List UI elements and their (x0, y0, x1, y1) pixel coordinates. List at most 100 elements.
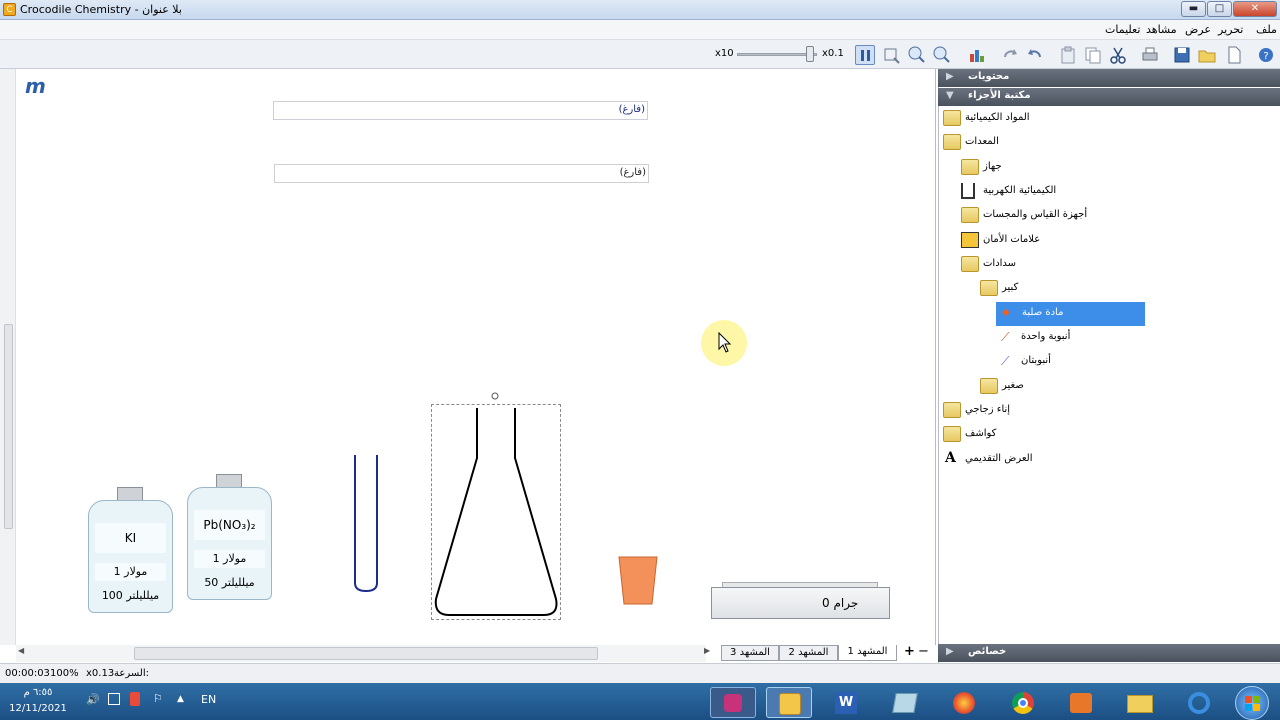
orange-beaker[interactable] (617, 556, 659, 606)
title-bar: C Crocodile Chemistry - بلا عنوان ▬ □ ✕ (0, 0, 1280, 20)
contents-header-label: محتويات (968, 71, 1010, 82)
new-document-icon[interactable] (1224, 45, 1244, 65)
volume-icon[interactable]: 🔊 (86, 693, 100, 706)
tree-item-electrochem-label: الكيميائية الكهربية (983, 185, 1057, 196)
bottle-ki-cap (117, 487, 143, 501)
maximize-button[interactable]: □ (1207, 1, 1232, 17)
open-folder-icon[interactable] (1197, 45, 1217, 65)
menu-help[interactable]: تعليمات (1105, 23, 1140, 36)
pause-icon[interactable] (855, 45, 875, 65)
print-icon[interactable] (1140, 45, 1160, 65)
speed-max-label: x0.1 (822, 48, 844, 59)
parts-library-header[interactable]: ▼ مكتبة الأجزاء (938, 88, 1280, 106)
taskbar-recorder-icon[interactable] (710, 687, 756, 718)
rotate-handle[interactable] (488, 390, 502, 402)
taskbar-word-icon[interactable]: W (823, 687, 869, 718)
status-bar: 00:00:03 100% x0.13 السرعة: (0, 663, 1280, 683)
tab-scene-2[interactable]: المشهد 2 (779, 645, 838, 661)
taskbar-explorer-icon[interactable] (1117, 687, 1163, 718)
save-icon[interactable] (1172, 45, 1192, 65)
taskbar-notes-icon[interactable] (882, 687, 928, 718)
tree-item-two-tubes-label: أنبوبتان (1021, 355, 1051, 366)
empty-field-1-label: (فارغ) (618, 104, 645, 115)
help-icon[interactable]: ? (1256, 45, 1276, 65)
vertical-scrollbar-thumb[interactable] (4, 324, 13, 529)
folder-open-icon (943, 134, 961, 150)
tab-scene-1[interactable]: المشهد 1 (838, 645, 897, 661)
start-button[interactable] (1235, 686, 1269, 720)
zoom-out-icon[interactable] (932, 45, 952, 65)
tree-item-indicators-label: كواشف (965, 428, 997, 439)
properties-header[interactable]: ▶ خصائص (938, 644, 1280, 662)
digital-scale[interactable]: 0 جرام (711, 587, 890, 619)
close-button[interactable]: ✕ (1233, 1, 1277, 17)
menu-bar: ملف تحرير عرض مشاهد تعليمات (0, 20, 1280, 40)
menu-file[interactable]: ملف (1256, 23, 1277, 36)
menu-view[interactable]: عرض (1185, 23, 1211, 36)
network-icon[interactable] (108, 693, 120, 705)
tree-item-glassware-label: إناء زجاجي (965, 404, 1011, 415)
erlenmeyer-flask[interactable] (431, 404, 561, 620)
language-indicator[interactable]: EN (201, 693, 216, 706)
menu-scenes[interactable]: مشاهد (1146, 23, 1177, 36)
speed-slider-track[interactable] (737, 53, 817, 56)
folder-icon (943, 402, 961, 418)
tree-item-safety-label: علامات الأمان (983, 234, 1041, 245)
add-scene-button[interactable]: + (904, 644, 915, 659)
undo-icon[interactable] (1025, 45, 1045, 65)
empty-field-1[interactable]: (فارغ) (273, 101, 648, 120)
menu-edit[interactable]: تحرير (1218, 23, 1243, 36)
battery-icon[interactable] (130, 692, 140, 706)
safety-sign-icon (961, 232, 979, 248)
scroll-left-arrow-icon[interactable]: ◀ (18, 646, 24, 655)
copy-icon[interactable] (1083, 45, 1103, 65)
paste-icon[interactable] (1058, 45, 1078, 65)
taskbar-crocodile-icon[interactable] (766, 687, 812, 718)
taskbar-firefox-icon[interactable] (941, 687, 987, 718)
speed-label: السرعة: (114, 668, 149, 679)
taskbar-clock[interactable]: ٦:٥٥ م (4, 687, 72, 698)
speed-slider-handle[interactable] (806, 46, 814, 62)
app-icon: C (3, 3, 16, 16)
expand-down-icon: ▼ (946, 90, 954, 101)
stopper-tube-icon: ⟋ (1001, 330, 1010, 344)
taskbar-media-player-icon[interactable] (1058, 687, 1104, 718)
zoom-fit-icon[interactable] (882, 45, 902, 65)
taskbar-chrome-icon[interactable] (1000, 687, 1046, 718)
bottle-ki-name: KI (124, 531, 137, 545)
stopper-icon: ◆ (1002, 307, 1010, 318)
cut-icon[interactable] (1108, 45, 1128, 65)
electrochem-icon (961, 183, 975, 199)
bottle-pbno3-molarity: 1 مولار (212, 552, 247, 565)
tree-item-solid-label: مادة صلبة (1022, 307, 1064, 318)
remove-scene-button[interactable]: − (918, 644, 929, 659)
chart-icon[interactable] (967, 45, 987, 65)
tree-item-device-label: جهاز (983, 161, 1002, 172)
tree-item-one-tube-label: أنبوبة واحدة (1021, 331, 1071, 342)
bottle-pbno3[interactable]: Pb(NO₃)₂ 1 مولار 50 ميلليلتر (187, 487, 272, 600)
minimize-button[interactable]: ▬ (1181, 1, 1206, 17)
tab-scene-3[interactable]: المشهد 3 (721, 645, 779, 661)
bottle-ki[interactable]: KI 1 مولار 100 ميلليلتر (88, 500, 173, 613)
window-title: Crocodile Chemistry - بلا عنوان (20, 3, 182, 16)
speed-value: x0.13 (86, 668, 115, 679)
folder-open-icon (980, 280, 998, 296)
vertical-scrollbar[interactable] (0, 69, 16, 645)
tray-arrow-icon[interactable]: ▲ (177, 694, 184, 704)
parts-library-header-label: مكتبة الأجزاء (968, 90, 1031, 101)
taskbar-ie-icon[interactable] (1176, 687, 1222, 718)
redo-icon[interactable] (1000, 45, 1020, 65)
test-tube[interactable] (350, 453, 382, 595)
contents-header[interactable]: ▶ محتويات (938, 69, 1280, 87)
taskbar-date[interactable]: 12/11/2021 (4, 703, 72, 714)
scale-reading: 0 جرام (822, 596, 859, 610)
empty-field-2[interactable]: (فارغ) (274, 164, 649, 183)
flag-icon[interactable]: ⚐ (153, 692, 163, 705)
scroll-right-arrow-icon[interactable]: ▶ (704, 646, 710, 655)
zoom-in-icon[interactable] (907, 45, 927, 65)
folder-icon (980, 378, 998, 394)
bottle-pbno3-cap (216, 474, 242, 488)
horizontal-scrollbar-thumb[interactable] (134, 647, 598, 660)
tree-item-solid-selected[interactable]: ◆ مادة صلبة (996, 302, 1145, 326)
collapse-right-icon: ▶ (946, 646, 954, 657)
